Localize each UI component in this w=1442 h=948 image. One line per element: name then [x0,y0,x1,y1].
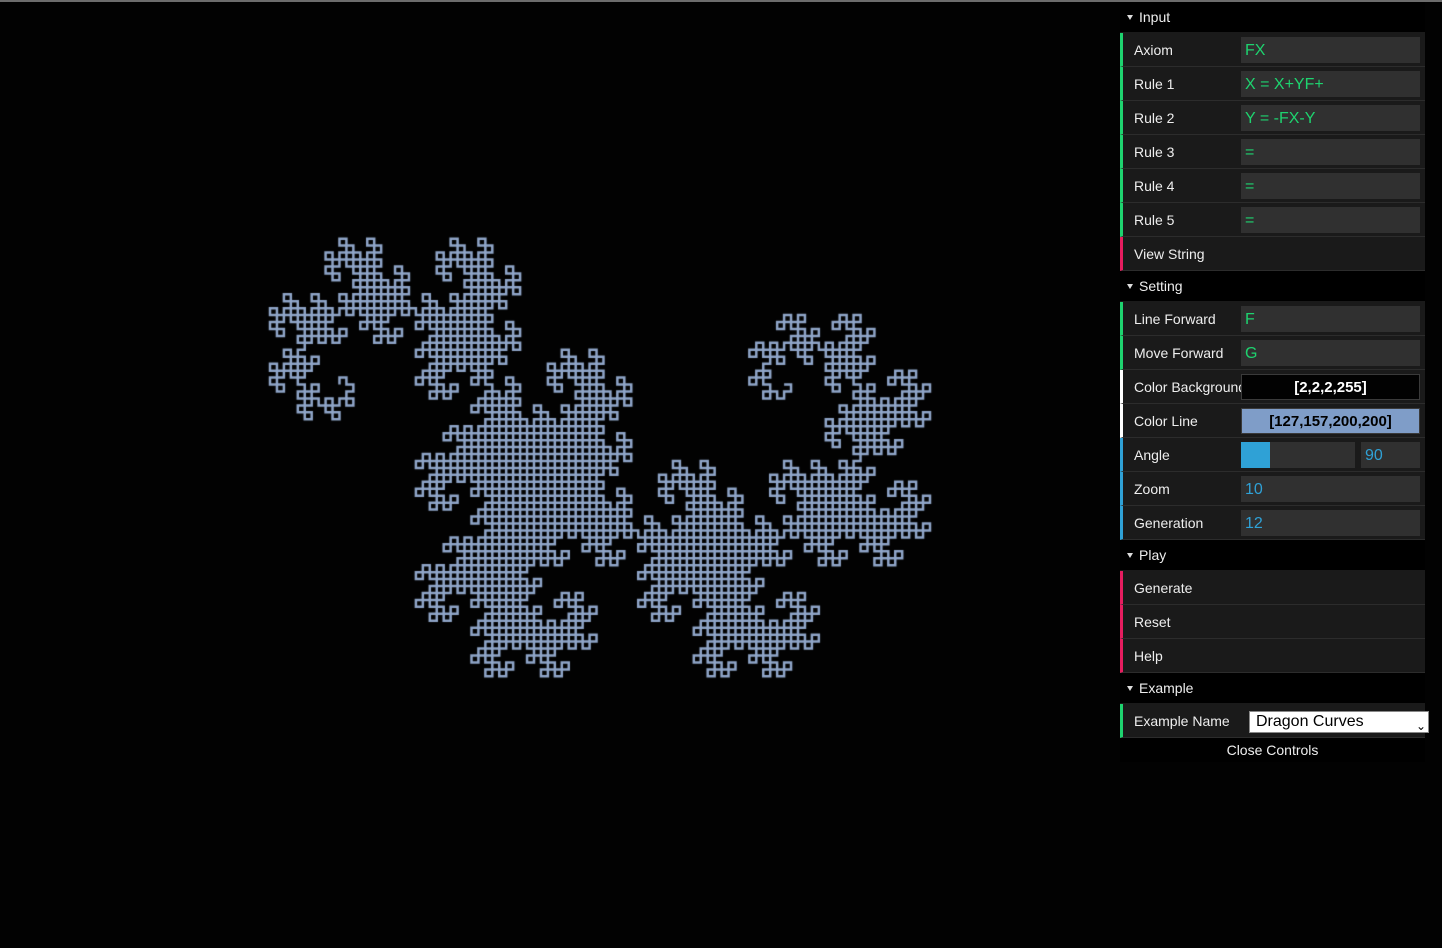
angle-label: Angle [1134,447,1170,463]
color-background-swatch[interactable]: [2,2,2,255] [1241,374,1420,400]
rule3-label: Rule 3 [1134,144,1175,160]
angle-slider-fill [1241,442,1270,468]
example-name-select[interactable]: Dragon Curves ⌄ [1249,711,1429,733]
move-forward-input[interactable] [1241,340,1420,366]
reset-button[interactable]: Reset [1120,605,1425,639]
controls-panel: Input Axiom Rule 1 Rule 2 Rule 3 Rule 4 … [1120,2,1429,762]
rule1-row: Rule 1 [1120,67,1425,101]
folder-input-title[interactable]: Input [1120,2,1425,33]
rule1-label: Rule 1 [1134,76,1175,92]
color-line-swatch[interactable]: [127,157,200,200] [1241,408,1420,434]
generation-input[interactable] [1241,510,1420,536]
line-forward-label: Line Forward [1134,311,1216,327]
generation-label: Generation [1134,515,1204,531]
folder-example-label: Example [1139,680,1194,696]
color-line-label: Color Line [1134,413,1198,429]
move-forward-label: Move Forward [1134,345,1224,361]
caret-down-icon [1127,284,1133,289]
example-name-value: Dragon Curves [1256,713,1364,730]
rule5-label: Rule 5 [1134,212,1175,228]
view-string-button[interactable]: View String [1120,237,1425,271]
axiom-input[interactable] [1241,37,1420,63]
generation-row: Generation [1120,506,1425,540]
rule4-label: Rule 4 [1134,178,1175,194]
lsystem-canvas[interactable] [0,2,1110,948]
folder-input-label: Input [1139,9,1171,25]
caret-down-icon [1127,686,1133,691]
angle-input[interactable] [1361,442,1420,468]
color-background-row: Color Background [2,2,2,255] [1120,370,1425,404]
view-string-label: View String [1134,246,1205,262]
zoom-row: Zoom [1120,472,1425,506]
rule4-row: Rule 4 [1120,169,1425,203]
caret-down-icon [1127,553,1133,558]
rule1-input[interactable] [1241,71,1420,97]
rule3-input[interactable] [1241,139,1420,165]
reset-label: Reset [1134,614,1171,630]
rule5-row: Rule 5 [1120,203,1425,237]
folder-play-title[interactable]: Play [1120,540,1425,571]
rule2-label: Rule 2 [1134,110,1175,126]
example-name-row: Example Name Dragon Curves ⌄ [1120,704,1429,738]
angle-row: Angle [1120,438,1425,472]
rule4-input[interactable] [1241,173,1420,199]
generate-button[interactable]: Generate [1120,571,1425,605]
folder-play-label: Play [1139,547,1167,563]
zoom-label: Zoom [1134,481,1170,497]
generate-label: Generate [1134,580,1193,596]
rule2-row: Rule 2 [1120,101,1425,135]
example-name-label: Example Name [1134,713,1230,729]
angle-slider[interactable] [1241,442,1355,468]
caret-down-icon [1127,15,1133,20]
color-line-row: Color Line [127,157,200,200] [1120,404,1425,438]
help-button[interactable]: Help [1120,639,1425,673]
move-forward-row: Move Forward [1120,336,1425,370]
line-forward-row: Line Forward [1120,302,1425,336]
rule5-input[interactable] [1241,207,1420,233]
axiom-label: Axiom [1134,42,1173,58]
folder-setting-label: Setting [1139,278,1183,294]
line-forward-input[interactable] [1241,306,1420,332]
axiom-row: Axiom [1120,33,1425,67]
chevron-down-icon: ⌄ [1415,719,1426,733]
folder-example-title[interactable]: Example [1120,673,1425,704]
folder-setting-title[interactable]: Setting [1120,271,1425,302]
close-controls-button[interactable]: Close Controls [1120,738,1425,762]
color-background-label: Color Background [1134,379,1242,395]
zoom-input[interactable] [1241,476,1420,502]
rule3-row: Rule 3 [1120,135,1425,169]
rule2-input[interactable] [1241,105,1420,131]
help-label: Help [1134,648,1163,664]
